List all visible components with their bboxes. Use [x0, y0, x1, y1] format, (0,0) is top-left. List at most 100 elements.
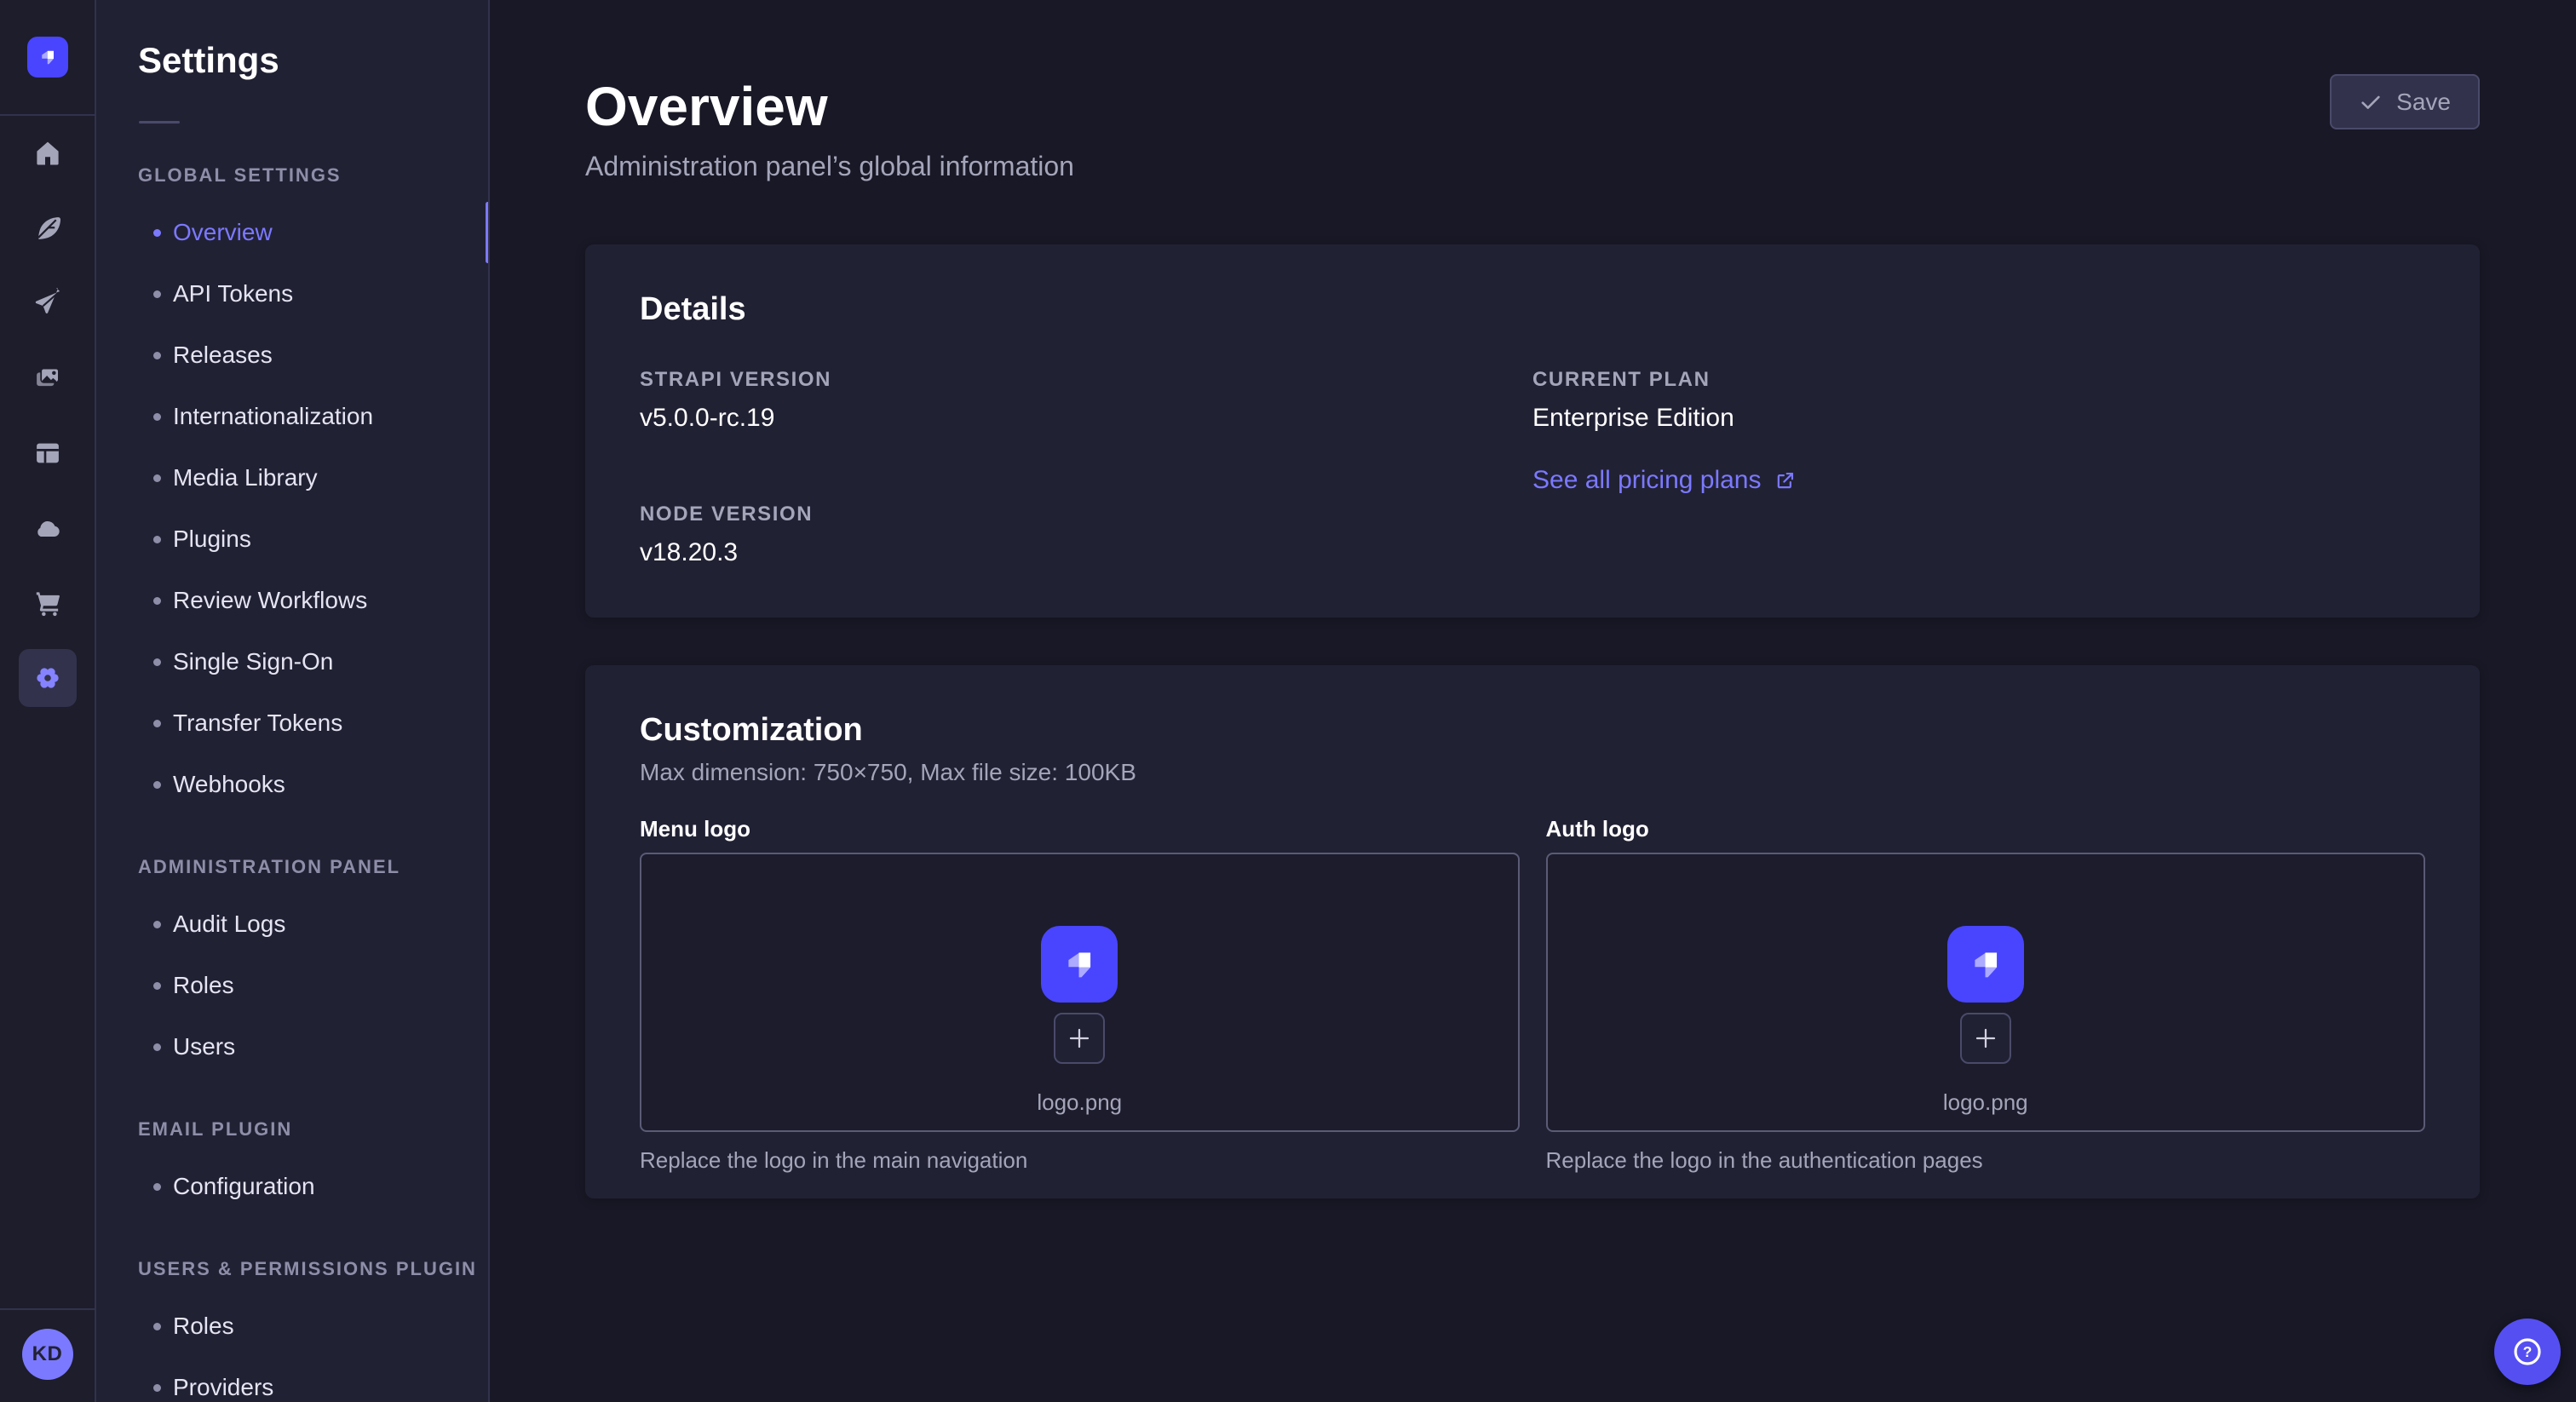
bullet-icon — [153, 474, 161, 482]
details-card-title: Details — [640, 289, 2425, 330]
question-mark-icon: ? — [2510, 1335, 2544, 1369]
subnav-item-label: API Tokens — [173, 280, 293, 307]
user-avatar[interactable]: KD — [22, 1329, 73, 1380]
subnav-item-label: Users — [173, 1033, 235, 1060]
subnav-item-single-sign-on[interactable]: Single Sign-On — [96, 631, 488, 692]
subnav-item-admin-roles[interactable]: Roles — [96, 955, 488, 1016]
auth-logo-block: Auth logo logo.png — [1546, 815, 2426, 1175]
pricing-plans-link-label: See all pricing plans — [1532, 466, 1762, 495]
page-header: Overview Administration panel’s global i… — [585, 79, 2480, 183]
save-button[interactable]: Save — [2330, 74, 2480, 129]
subnav-item-media-library[interactable]: Media Library — [96, 447, 488, 509]
strapi-logo-icon — [1962, 940, 2010, 988]
subnav-item-label: Roles — [173, 1313, 234, 1340]
strapi-version-label: STRAPI VERSION — [640, 367, 1532, 393]
current-plan-label: CURRENT PLAN — [1532, 367, 2425, 393]
subnav-item-releases[interactable]: Releases — [96, 325, 488, 386]
bullet-icon — [153, 921, 161, 928]
auth-logo-dropzone[interactable]: logo.png — [1546, 853, 2426, 1132]
strapi-version-value: v5.0.0-rc.19 — [640, 401, 1532, 435]
page-subtitle: Administration panel’s global informatio… — [585, 149, 1074, 183]
page-title: Overview — [585, 79, 1074, 134]
strapi-logo-icon — [35, 44, 60, 70]
rail-footer: KD — [0, 1308, 95, 1402]
section-administration-panel: ADMINISTRATION PANEL — [138, 856, 488, 878]
menu-logo-caption: Replace the logo in the main navigation — [640, 1146, 1520, 1175]
help-button[interactable]: ? — [2494, 1319, 2561, 1385]
subnav-item-label: Audit Logs — [173, 911, 285, 938]
subnav-item-up-roles[interactable]: Roles — [96, 1296, 488, 1357]
main-content: Overview Administration panel’s global i… — [490, 0, 2576, 1402]
subnav-item-label: Internationalization — [173, 403, 373, 430]
subnav-item-label: Releases — [173, 342, 273, 369]
plus-icon — [1973, 1026, 1998, 1051]
section-global-settings: GLOBAL SETTINGS — [138, 164, 488, 187]
subnav-item-review-workflows[interactable]: Review Workflows — [96, 570, 488, 631]
strapi-logo-button[interactable] — [27, 37, 68, 78]
subnav-item-webhooks[interactable]: Webhooks — [96, 754, 488, 815]
email-plugin-list: Configuration — [96, 1156, 488, 1217]
bullet-icon — [153, 720, 161, 727]
global-settings-list: Overview API Tokens Releases Internation… — [96, 202, 488, 815]
rail-item-releases[interactable] — [0, 266, 95, 341]
subnav-item-plugins[interactable]: Plugins — [96, 509, 488, 570]
subnav-item-up-providers[interactable]: Providers — [96, 1357, 488, 1402]
bullet-icon — [153, 290, 161, 298]
details-right-column: CURRENT PLAN Enterprise Edition See all … — [1532, 330, 2425, 570]
check-icon — [2359, 90, 2383, 114]
logo-grid: Menu logo logo.png — [640, 815, 2425, 1175]
plus-icon — [1067, 1026, 1092, 1051]
current-plan-field: CURRENT PLAN Enterprise Edition — [1532, 367, 2425, 435]
subnav-item-internationalization[interactable]: Internationalization — [96, 386, 488, 447]
subnav-item-label: Roles — [173, 972, 234, 999]
menu-logo-filename: logo.png — [1037, 1088, 1122, 1117]
subnav-item-overview[interactable]: Overview — [96, 202, 488, 263]
subnav-item-label: Webhooks — [173, 771, 285, 798]
menu-logo-dropzone[interactable]: logo.png — [640, 853, 1520, 1132]
cloud-icon — [32, 512, 64, 544]
auth-logo-add-button[interactable] — [1960, 1013, 2011, 1064]
administration-panel-list: Audit Logs Roles Users — [96, 893, 488, 1077]
feather-icon — [32, 213, 63, 244]
node-version-field: NODE VERSION v18.20.3 — [640, 502, 1532, 570]
node-version-label: NODE VERSION — [640, 502, 1532, 527]
subnav-item-admin-users[interactable]: Users — [96, 1016, 488, 1077]
rail-item-content-manager[interactable] — [0, 416, 95, 491]
settings-subnav: Settings GLOBAL SETTINGS Overview API To… — [96, 0, 490, 1402]
customization-card: Customization Max dimension: 750×750, Ma… — [585, 665, 2480, 1198]
layout-icon — [32, 438, 63, 468]
settings-active-indicator — [19, 649, 77, 707]
pricing-plans-link[interactable]: See all pricing plans — [1532, 466, 1797, 495]
rail-item-media-library[interactable] — [0, 341, 95, 416]
cart-icon — [32, 588, 63, 618]
menu-logo-add-button[interactable] — [1054, 1013, 1105, 1064]
rail-item-marketplace[interactable] — [0, 566, 95, 641]
auth-logo-preview — [1947, 926, 2024, 1003]
subnav-item-api-tokens[interactable]: API Tokens — [96, 263, 488, 325]
bullet-icon — [153, 536, 161, 543]
subnav-item-label: Single Sign-On — [173, 648, 333, 675]
current-plan-value: Enterprise Edition — [1532, 401, 2425, 435]
rail-item-content[interactable] — [0, 191, 95, 266]
subnav-item-audit-logs[interactable]: Audit Logs — [96, 893, 488, 955]
subnav-item-label: Review Workflows — [173, 587, 367, 614]
auth-logo-label: Auth logo — [1546, 815, 2426, 842]
rail-item-home[interactable] — [0, 116, 95, 191]
save-button-label: Save — [2396, 89, 2451, 116]
details-left-column: STRAPI VERSION v5.0.0-rc.19 NODE VERSION… — [640, 330, 1532, 570]
subnav-item-label: Plugins — [173, 526, 251, 553]
bullet-icon — [153, 229, 161, 237]
strapi-logo-icon — [1055, 940, 1103, 988]
rail-item-cloud[interactable] — [0, 491, 95, 566]
bullet-icon — [153, 1043, 161, 1051]
subnav-item-transfer-tokens[interactable]: Transfer Tokens — [96, 692, 488, 754]
main-nav-rail: KD — [0, 0, 96, 1402]
svg-text:?: ? — [2523, 1343, 2533, 1360]
customization-constraints: Max dimension: 750×750, Max file size: 1… — [640, 757, 2425, 788]
bullet-icon — [153, 1183, 161, 1191]
gear-icon — [32, 662, 64, 694]
subnav-item-email-configuration[interactable]: Configuration — [96, 1156, 488, 1217]
external-link-icon — [1774, 468, 1797, 492]
rail-item-settings[interactable] — [0, 641, 95, 715]
bullet-icon — [153, 597, 161, 605]
